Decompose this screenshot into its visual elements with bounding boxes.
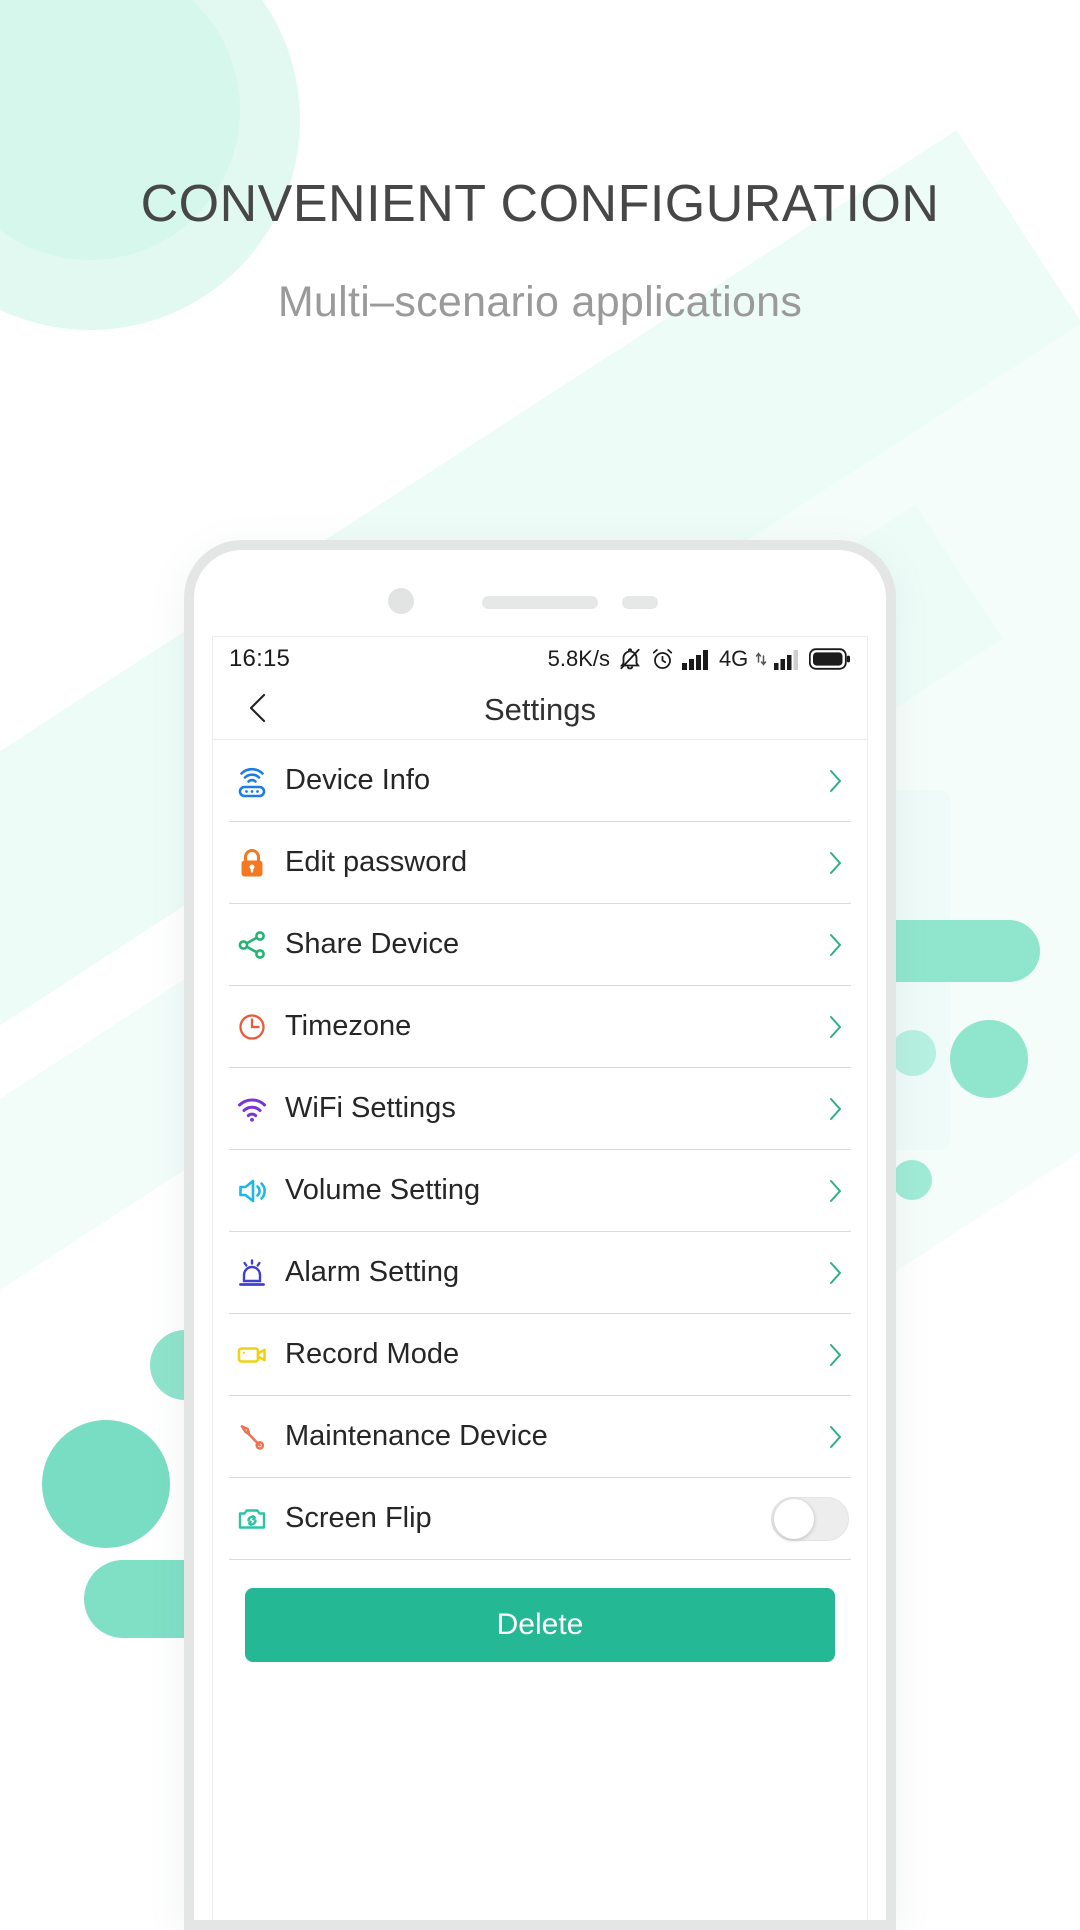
proximity-sensor (622, 596, 658, 609)
chevron-right-icon (825, 1340, 845, 1370)
list-item-label: WiFi Settings (285, 1092, 456, 1124)
list-item-label: Edit password (285, 846, 468, 878)
status-bar-time: 16:15 (229, 645, 291, 672)
list-item-record-mode[interactable]: Record Mode (229, 1314, 851, 1396)
delete-button[interactable]: Delete (245, 1588, 835, 1662)
chevron-right-icon (825, 1094, 845, 1124)
list-item-label: Device Info (285, 764, 431, 796)
chevron-right-icon (825, 1258, 845, 1288)
wifi-icon (229, 1086, 275, 1132)
screen-flip-toggle[interactable] (771, 1496, 849, 1541)
back-button[interactable] (241, 693, 275, 727)
battery-icon (809, 648, 851, 670)
settings-list: Device Info Edit password Share Device T… (213, 740, 867, 1560)
list-item-label: Screen Flip (285, 1502, 432, 1534)
background-circle-left-large (42, 1420, 170, 1548)
chevron-right-icon (825, 930, 845, 960)
list-item-wifi-settings[interactable]: WiFi Settings (229, 1068, 851, 1150)
list-item-alarm-setting[interactable]: Alarm Setting (229, 1232, 851, 1314)
bell-muted-icon (617, 646, 643, 672)
chevron-right-icon (825, 766, 845, 796)
phone-screen: 16:15 5.8K/s 4G Settings Device Info Edi… (212, 636, 868, 1920)
status-bar-indicators: 5.8K/s 4G (548, 646, 851, 672)
phone-top-bezel (194, 550, 886, 636)
chevron-right-icon (825, 1012, 845, 1042)
signal-bars-secondary-icon (774, 647, 802, 671)
background-circle-right-small (890, 1030, 936, 1076)
chevron-right-icon (825, 1422, 845, 1452)
router-icon (229, 758, 275, 804)
signal-bars-icon (682, 647, 712, 671)
toggle-knob (774, 1498, 814, 1539)
clock-icon (229, 1004, 275, 1050)
list-item-device-info[interactable]: Device Info (229, 740, 851, 822)
list-item-maintenance-device[interactable]: Maintenance Device (229, 1396, 851, 1478)
status-bar: 16:15 5.8K/s 4G (213, 637, 867, 681)
earpiece-speaker (482, 596, 598, 609)
network-type-label: 4G (719, 646, 748, 671)
list-item-volume-setting[interactable]: Volume Setting (229, 1150, 851, 1232)
wrench-icon (229, 1414, 275, 1460)
list-item-label: Alarm Setting (285, 1256, 460, 1288)
chevron-right-icon (825, 1176, 845, 1206)
phone-mockup: 16:15 5.8K/s 4G Settings Device Info Edi… (184, 540, 896, 1930)
screen-title: Settings (483, 692, 596, 727)
page-subtitle: Multi–scenario applications (277, 278, 803, 326)
list-item-label: Maintenance Device (285, 1420, 548, 1452)
data-transfer-arrows-icon (755, 648, 767, 670)
network-speed-text: 5.8K/s (547, 646, 611, 671)
list-item-label: Timezone (285, 1010, 412, 1042)
app-title-bar: Settings (213, 681, 867, 740)
camcorder-icon (229, 1332, 275, 1378)
list-item-label: Share Device (285, 928, 460, 960)
camera-flip-icon (229, 1496, 275, 1542)
list-item-edit-password[interactable]: Edit password (229, 822, 851, 904)
list-item-screen-flip[interactable]: Screen Flip (229, 1478, 851, 1560)
chevron-left-icon (244, 691, 272, 730)
share-icon (229, 922, 275, 968)
hero-section: CONVENIENT CONFIGURATION Multi–scenario … (0, 0, 1080, 327)
list-item-timezone[interactable]: Timezone (229, 986, 851, 1068)
background-circle-right-large (950, 1020, 1028, 1098)
chevron-right-icon (825, 848, 845, 878)
speaker-icon (229, 1168, 275, 1214)
delete-button-container: Delete (213, 1560, 867, 1662)
alarm-clock-icon (650, 647, 675, 672)
background-circle-right-tiny (892, 1160, 932, 1200)
list-item-label: Record Mode (285, 1338, 460, 1370)
list-item-label: Volume Setting (285, 1174, 481, 1206)
page-title: CONVENIENT CONFIGURATION (140, 175, 940, 233)
lock-icon (229, 840, 275, 886)
list-item-share-device[interactable]: Share Device (229, 904, 851, 986)
siren-icon (229, 1250, 275, 1296)
front-camera-icon (388, 588, 414, 614)
